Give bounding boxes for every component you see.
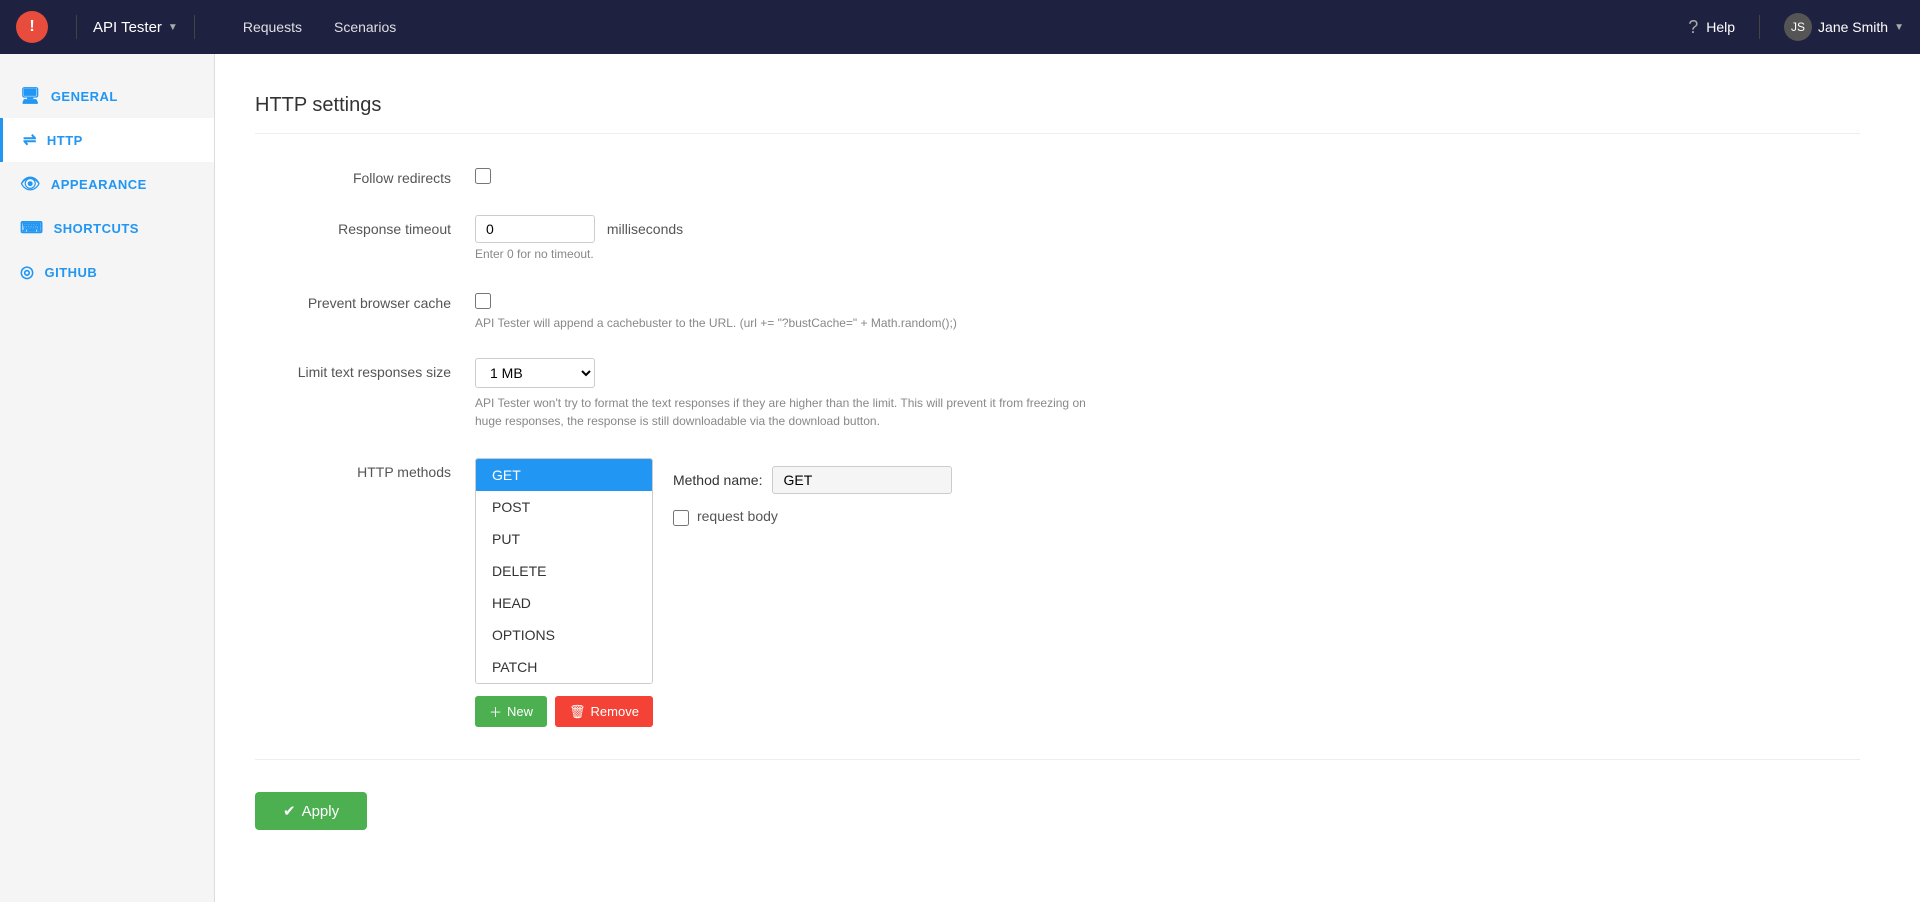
- nav-divider-1: [76, 15, 77, 39]
- nav-scenarios[interactable]: Scenarios: [334, 19, 396, 35]
- sidebar-item-http[interactable]: ⇌ HTTP: [0, 118, 214, 162]
- page-title: HTTP settings: [255, 94, 1860, 134]
- response-timeout-control: milliseconds Enter 0 for no timeout.: [475, 215, 1860, 261]
- checkmark-icon: ✔: [283, 802, 296, 820]
- methods-buttons: ＋ New 🗑 Remove: [475, 696, 653, 727]
- new-method-button[interactable]: ＋ New: [475, 696, 547, 727]
- response-timeout-row: Response timeout milliseconds Enter 0 fo…: [255, 215, 1860, 261]
- arrows-icon: ⇌: [23, 130, 37, 150]
- apply-button[interactable]: ✔ Apply: [255, 792, 367, 830]
- nav-divider-3: [1759, 15, 1760, 39]
- new-method-label: New: [507, 704, 533, 719]
- remove-method-label: Remove: [591, 704, 639, 719]
- main-navigation: Requests Scenarios: [243, 19, 1688, 35]
- sidebar-item-label-http: HTTP: [47, 133, 83, 148]
- remove-method-button[interactable]: 🗑 Remove: [555, 696, 653, 727]
- response-timeout-label: Response timeout: [255, 215, 475, 237]
- monitor-icon: 🖥: [20, 86, 41, 106]
- sidebar-item-github[interactable]: ◎ GITHUB: [0, 250, 214, 294]
- http-methods-row: HTTP methods GET POST PUT DELETE HEAD OP…: [255, 458, 1860, 727]
- main-layout: 🖥 GENERAL ⇌ HTTP 👁 APPEARANCE ⌨ SHORTCUT…: [0, 54, 1920, 902]
- method-item-head[interactable]: HEAD: [476, 587, 652, 619]
- brand-chevron-icon: ▼: [168, 22, 178, 33]
- request-body-row: request body: [673, 506, 953, 526]
- method-item-post[interactable]: POST: [476, 491, 652, 523]
- follow-redirects-label: Follow redirects: [255, 164, 475, 186]
- sidebar-item-label-shortcuts: SHORTCUTS: [54, 221, 139, 236]
- avatar: JS: [1784, 13, 1812, 41]
- http-methods-label: HTTP methods: [255, 458, 475, 480]
- method-item-put[interactable]: PUT: [476, 523, 652, 555]
- sidebar-item-label-github: GITHUB: [44, 265, 97, 280]
- prevent-cache-hint: API Tester will append a cachebuster to …: [475, 316, 1860, 330]
- methods-section: GET POST PUT DELETE HEAD OPTIONS PATCH ＋…: [475, 458, 1860, 727]
- request-body-checkbox[interactable]: [673, 510, 689, 526]
- method-item-options[interactable]: OPTIONS: [476, 619, 652, 651]
- method-details: Method name: request body: [673, 458, 953, 526]
- app-logo: !: [16, 11, 48, 43]
- sidebar: 🖥 GENERAL ⇌ HTTP 👁 APPEARANCE ⌨ SHORTCUT…: [0, 54, 215, 902]
- methods-list-container: GET POST PUT DELETE HEAD OPTIONS PATCH ＋…: [475, 458, 653, 727]
- method-item-get[interactable]: GET: [476, 459, 652, 491]
- sidebar-item-label-general: GENERAL: [51, 89, 118, 104]
- method-item-patch[interactable]: PATCH: [476, 651, 652, 683]
- methods-list: GET POST PUT DELETE HEAD OPTIONS PATCH: [475, 458, 653, 684]
- section-divider: [255, 759, 1860, 760]
- prevent-cache-checkbox[interactable]: [475, 293, 491, 309]
- sidebar-item-appearance[interactable]: 👁 APPEARANCE: [0, 162, 214, 206]
- prevent-cache-control: API Tester will append a cachebuster to …: [475, 289, 1860, 330]
- limit-responses-select[interactable]: 1 MB 5 MB 10 MB 50 MB Unlimited: [475, 358, 595, 388]
- brand-button[interactable]: API Tester ▼: [93, 19, 178, 36]
- keyboard-icon: ⌨: [20, 218, 44, 238]
- user-menu[interactable]: JS Jane Smith ▼: [1784, 13, 1904, 41]
- nav-divider-2: [194, 15, 195, 39]
- topnav-right: ? Help JS Jane Smith ▼: [1688, 13, 1904, 41]
- limit-responses-hint: API Tester won't try to format the text …: [475, 394, 1095, 430]
- limit-responses-row: Limit text responses size 1 MB 5 MB 10 M…: [255, 358, 1860, 430]
- help-icon: ?: [1688, 17, 1698, 38]
- prevent-cache-label: Prevent browser cache: [255, 289, 475, 311]
- nav-requests[interactable]: Requests: [243, 19, 302, 35]
- limit-responses-label: Limit text responses size: [255, 358, 475, 380]
- trash-icon: 🗑: [569, 704, 586, 720]
- github-icon: ◎: [20, 262, 34, 282]
- method-name-row: Method name:: [673, 466, 953, 494]
- method-name-input[interactable]: [772, 466, 952, 494]
- http-methods-control: GET POST PUT DELETE HEAD OPTIONS PATCH ＋…: [475, 458, 1860, 727]
- user-name: Jane Smith: [1818, 19, 1888, 35]
- timeout-hint: Enter 0 for no timeout.: [475, 247, 1860, 261]
- method-name-label: Method name:: [673, 472, 763, 488]
- nav-help-label[interactable]: Help: [1706, 19, 1735, 35]
- response-timeout-input[interactable]: [475, 215, 595, 243]
- timeout-unit: milliseconds: [607, 221, 683, 237]
- follow-redirects-checkbox[interactable]: [475, 168, 491, 184]
- method-item-delete[interactable]: DELETE: [476, 555, 652, 587]
- request-body-label: request body: [697, 508, 778, 524]
- sidebar-item-general[interactable]: 🖥 GENERAL: [0, 74, 214, 118]
- apply-label: Apply: [302, 803, 340, 820]
- limit-responses-control: 1 MB 5 MB 10 MB 50 MB Unlimited API Test…: [475, 358, 1860, 430]
- follow-redirects-control: [475, 164, 1860, 187]
- user-chevron-icon: ▼: [1894, 22, 1904, 33]
- sidebar-item-shortcuts[interactable]: ⌨ SHORTCUTS: [0, 206, 214, 250]
- eye-icon: 👁: [20, 174, 41, 194]
- sidebar-item-label-appearance: APPEARANCE: [51, 177, 147, 192]
- main-content: HTTP settings Follow redirects Response …: [215, 54, 1920, 902]
- follow-redirects-row: Follow redirects: [255, 164, 1860, 187]
- brand-name: API Tester: [93, 19, 162, 36]
- prevent-cache-row: Prevent browser cache API Tester will ap…: [255, 289, 1860, 330]
- plus-icon: ＋: [489, 702, 502, 721]
- top-navigation: ! API Tester ▼ Requests Scenarios ? Help…: [0, 0, 1920, 54]
